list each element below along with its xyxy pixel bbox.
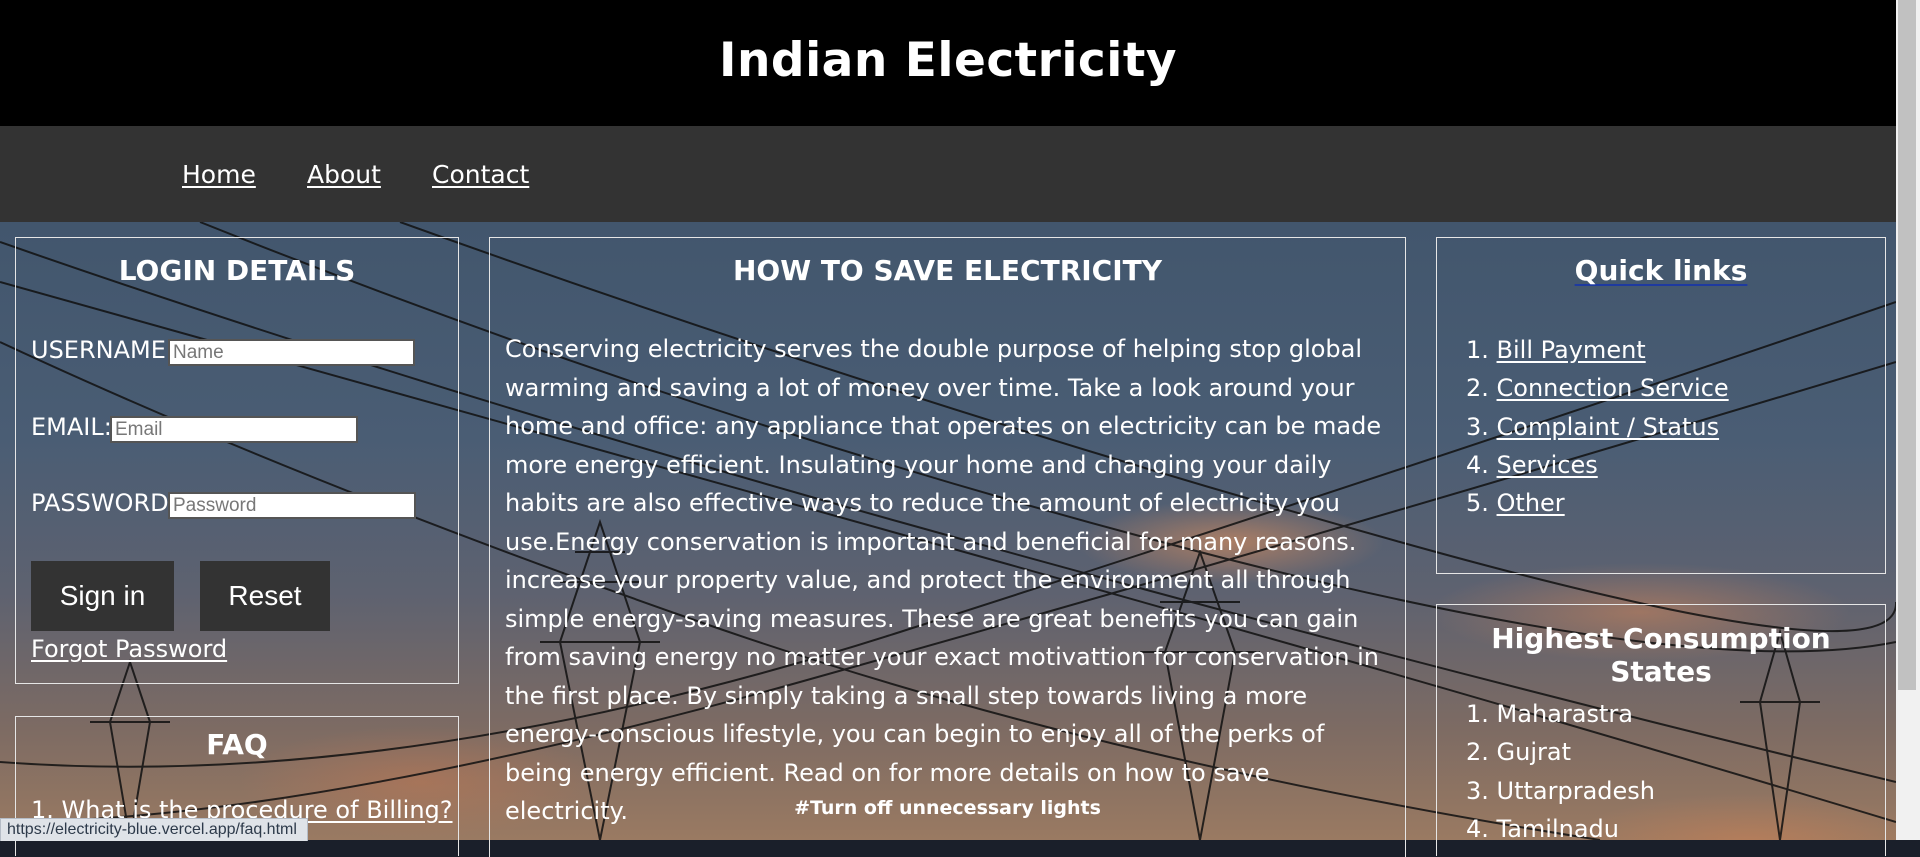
reset-button[interactable]: Reset	[200, 561, 330, 631]
faq-title: FAQ	[206, 728, 268, 761]
list-item: 2. Connection Service	[1466, 374, 1729, 403]
state-name: Uttarpradesh	[1496, 776, 1656, 805]
main-title: HOW TO SAVE ELECTRICITY	[732, 254, 1163, 287]
password-label: PASSWORD:	[31, 489, 177, 517]
states-panel: Highest Consumption States 1. Maharastra…	[1436, 604, 1886, 856]
states-title: Highest Consumption States	[1491, 622, 1831, 688]
nav-bar: Home About Contact	[0, 126, 1896, 222]
list-item: 5. Other	[1466, 489, 1565, 518]
email-label: EMAIL:	[31, 413, 112, 441]
list-item: 3. Complaint / Status	[1466, 412, 1720, 441]
password-input[interactable]	[168, 492, 416, 519]
quick-links-title-link[interactable]: Quick links	[1575, 254, 1748, 287]
quick-link-bill-payment[interactable]: Bill Payment	[1497, 336, 1646, 364]
status-bar-url: https://electricity-blue.vercel.app/faq.…	[0, 818, 308, 841]
quick-links-panel: Quick links 1. Bill Payment 2. Connectio…	[1436, 237, 1886, 574]
nav-contact-link[interactable]: Contact	[432, 160, 529, 189]
login-title: LOGIN DETAILS	[118, 254, 356, 287]
sign-in-button[interactable]: Sign in	[31, 561, 174, 631]
list-item: 3. Uttarpradesh	[1466, 776, 1656, 805]
list-item: 4. Services	[1466, 450, 1598, 479]
quick-link-complaint-status[interactable]: Complaint / Status	[1497, 413, 1720, 441]
state-name: Gujrat	[1496, 738, 1571, 767]
main-paragraph: Conserving electricity serves the double…	[505, 335, 1382, 825]
list-item: 1. Maharastra	[1466, 700, 1633, 728]
login-panel: LOGIN DETAILS USERNAME: EMAIL: PASSWORD:…	[15, 237, 459, 684]
tip-heading: #Turn off unnecessary lights	[794, 797, 1101, 819]
state-name: Maharastra	[1496, 700, 1633, 728]
list-item: 4. Tamilnadu	[1466, 814, 1620, 843]
scrollbar-thumb[interactable]	[1898, 0, 1916, 690]
quick-links-list: 1. Bill Payment 2. Connection Service 3.…	[1466, 331, 1729, 522]
list-item: 1. Bill Payment	[1466, 336, 1646, 364]
nav-home-link[interactable]: Home	[182, 160, 256, 189]
quick-link-other[interactable]: Other	[1497, 489, 1565, 517]
quick-links-title: Quick links	[1437, 254, 1885, 287]
nav-about-link[interactable]: About	[307, 160, 381, 189]
list-item: 2. Gujrat	[1466, 738, 1571, 767]
state-name: Tamilnadu	[1496, 814, 1620, 843]
quick-link-services[interactable]: Services	[1497, 451, 1598, 479]
states-list: 1. Maharastra 2. Gujrat 3. Uttarpradesh …	[1466, 695, 1655, 848]
site-title: Indian Electricity	[718, 32, 1178, 88]
quick-link-connection-service[interactable]: Connection Service	[1497, 374, 1729, 402]
username-label: USERNAME:	[31, 336, 174, 364]
forgot-password-link[interactable]: Forgot Password	[31, 635, 227, 663]
username-input[interactable]	[168, 339, 415, 366]
site-header: Indian Electricity	[0, 0, 1896, 126]
email-input[interactable]	[110, 416, 358, 443]
